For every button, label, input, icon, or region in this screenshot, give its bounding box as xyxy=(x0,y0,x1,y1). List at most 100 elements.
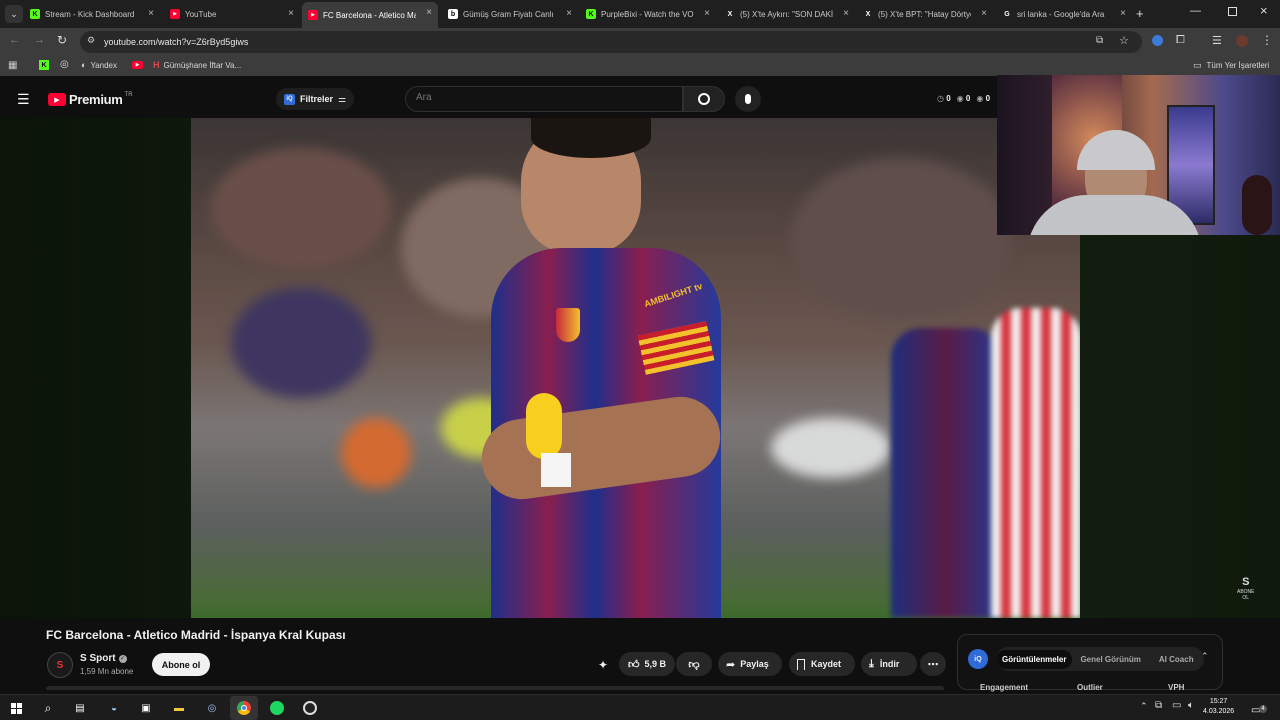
hamburger-menu-icon[interactable]: ☰ xyxy=(17,91,30,108)
browser-tab[interactable]: X (5) X'te BPT: "Hatay Dörtyol × xyxy=(857,3,993,25)
club-crest xyxy=(556,308,580,342)
spotify-icon[interactable] xyxy=(269,700,285,716)
tab-close-icon[interactable]: × xyxy=(288,8,294,19)
file-explorer-icon[interactable]: ▬ xyxy=(171,700,187,716)
browser-toolbar: ← → ↻ ⚙ youtube.com/watch?v=Z6rByd5giws … xyxy=(0,28,1280,56)
tab-close-icon[interactable]: × xyxy=(843,8,849,19)
store-icon[interactable]: ▣ xyxy=(138,700,154,716)
clock-time: 15:27 xyxy=(1209,698,1228,705)
notification-button[interactable]: ▭ 4 xyxy=(1251,700,1267,718)
eye-stat: ◉ 0 xyxy=(976,94,991,103)
vidiq-tab-overview[interactable]: Genel Görünüm xyxy=(1072,650,1148,669)
bookmark-youtube-icon[interactable]: ▶ xyxy=(132,61,143,69)
more-actions-button[interactable]: ⋯ xyxy=(920,652,946,676)
tab-close-icon[interactable]: × xyxy=(426,7,432,18)
search-input[interactable] xyxy=(416,92,666,103)
bookmark-gumushane[interactable]: H Gümüşhane İftar Va... xyxy=(153,60,241,70)
crowd-blur xyxy=(341,418,411,488)
download-button[interactable]: ⤓ İndir xyxy=(861,652,917,676)
share-button[interactable]: ➦ Paylaş xyxy=(718,652,782,676)
tab-close-icon[interactable]: × xyxy=(148,8,154,19)
new-tab-button[interactable]: + xyxy=(1136,6,1144,21)
taskbar-search-icon[interactable]: ⌕ xyxy=(40,700,56,716)
chrome-icon[interactable] xyxy=(236,700,252,716)
network-icon[interactable]: ▭ xyxy=(1172,700,1181,711)
collapse-icon[interactable]: ⌃ xyxy=(1201,651,1209,662)
tab-title: Gümüş Gram Fiyatı Canlı xyxy=(463,9,554,19)
browser-tab[interactable]: K PurpleBixi - Watch the VOD × xyxy=(580,3,716,25)
browser-tab[interactable]: ▶ FC Barcelona - Atletico Madrid × xyxy=(302,2,438,28)
url-text: youtube.com/watch?v=Z6rByd5giws xyxy=(104,37,249,47)
profile-avatar[interactable] xyxy=(1236,35,1248,47)
forward-button[interactable]: → xyxy=(34,34,45,46)
tray-app-icon[interactable]: ⧉ xyxy=(1155,700,1162,711)
windows-logo-icon xyxy=(10,702,22,714)
restore-button[interactable] xyxy=(1228,7,1237,16)
steam-icon[interactable]: ◒ xyxy=(106,700,122,716)
close-icon: × xyxy=(1260,3,1268,18)
search-button[interactable] xyxy=(683,86,725,112)
sliders-icon: ⚌ xyxy=(338,93,347,104)
tab-close-icon[interactable]: × xyxy=(704,8,710,19)
clock[interactable]: 15:27 4.03.2026 xyxy=(1203,697,1234,717)
task-view-icon[interactable]: ▤ xyxy=(72,700,88,716)
extension-icon[interactable] xyxy=(1152,35,1163,46)
tab-close-icon[interactable]: × xyxy=(1120,8,1126,19)
like-button[interactable]: 👍︎ 5,9 B xyxy=(619,652,675,676)
reload-button[interactable]: ↻ xyxy=(57,33,67,47)
tab-close-icon[interactable]: × xyxy=(566,8,572,19)
extensions-puzzle-icon[interactable]: ⧠ xyxy=(1176,34,1185,47)
reading-list-icon[interactable]: ☰ xyxy=(1212,34,1222,47)
browser-tab[interactable]: K Stream - Kick Dashboard × xyxy=(24,3,160,25)
clock-icon: ◷ xyxy=(937,94,944,103)
download-label: İndir xyxy=(879,659,900,669)
address-bar[interactable]: ⚙ youtube.com/watch?v=Z6rByd5giws ⧉ ☆ xyxy=(80,31,1142,53)
tab-title: Stream - Kick Dashboard xyxy=(45,9,135,19)
video-title: FC Barcelona - Atletico Madrid - İspanya… xyxy=(46,628,346,642)
browser-tab[interactable]: X (5) X'te Aykırı: "SON DAKİKA × xyxy=(719,3,855,25)
volume-icon[interactable]: 🔈︎ xyxy=(1188,700,1194,711)
apps-grid-icon[interactable]: ▦ xyxy=(8,60,17,71)
youtube-header: ☰ ▶ Premium TR iQ Filtreler ⚌ ◷ 0 ◉ 0 ◉ … xyxy=(0,80,1000,118)
back-button[interactable]: ← xyxy=(9,34,20,46)
subscribe-button[interactable]: Abone ol xyxy=(152,653,210,676)
bookmark-kick-icon[interactable]: K xyxy=(39,60,49,70)
extension-badge-icon[interactable]: ✦ xyxy=(598,658,608,672)
browser-tab[interactable]: ▶ YouTube × xyxy=(164,3,300,25)
save-button[interactable]: Kaydet xyxy=(789,652,855,676)
minimize-button[interactable]: — xyxy=(1190,5,1201,17)
vidiq-filters-button[interactable]: iQ Filtreler ⚌ xyxy=(276,88,355,110)
menu-kebab-icon[interactable]: ⋮ xyxy=(1261,33,1273,47)
voice-search-button[interactable] xyxy=(735,86,761,112)
obs-icon[interactable] xyxy=(302,700,318,716)
close-window-button[interactable]: × xyxy=(1260,3,1268,18)
channel-avatar[interactable]: S xyxy=(47,652,73,678)
tray-chevron-icon[interactable]: ⌃ xyxy=(1140,701,1148,712)
vidiq-tab-views[interactable]: Görüntülenmeler xyxy=(996,649,1073,669)
crowd-blur xyxy=(771,418,891,478)
youtube-logo[interactable]: ▶ Premium TR xyxy=(48,92,133,107)
subscribe-watermark[interactable]: S ABONE OL xyxy=(1237,576,1255,601)
dislike-button[interactable]: 👎︎ xyxy=(676,652,712,676)
vidiq-col-vph: VPH xyxy=(1168,683,1185,692)
youtube-brand: Premium xyxy=(69,92,123,107)
steam-client-icon[interactable]: ◎ xyxy=(204,700,220,716)
video-frame[interactable]: AMBILIGHT tv xyxy=(191,118,1080,618)
install-app-icon[interactable]: ⧉ xyxy=(1096,35,1103,46)
tab-close-icon[interactable]: × xyxy=(981,8,987,19)
search-box[interactable] xyxy=(405,86,683,112)
site-info-icon[interactable]: ⚙ xyxy=(87,35,95,46)
windows-start-icon[interactable] xyxy=(8,700,24,716)
browser-tab[interactable]: b Gümüş Gram Fiyatı Canlı × xyxy=(442,3,578,25)
bookmark-yandex[interactable]: ◐ Yandex xyxy=(81,60,117,70)
channel-name-text: S Sport xyxy=(80,653,116,664)
browser-tab[interactable]: Gsri lanka - Google'da Ara × xyxy=(996,3,1132,25)
channel-name[interactable]: S Sport ✓ xyxy=(80,653,127,664)
vidiq-icon: iQ xyxy=(284,93,295,105)
vidiq-tab-ai-coach[interactable]: AI Coach xyxy=(1149,650,1204,669)
bookmark-star-icon[interactable]: ☆ xyxy=(1119,34,1129,47)
tab-search-button[interactable]: ⌄ xyxy=(5,5,23,23)
all-bookmarks[interactable]: ▭ Tüm Yer İşaretleri xyxy=(1193,60,1269,71)
bookmark-label: Yandex xyxy=(90,60,117,70)
bookmark-globe-icon[interactable]: ◎ xyxy=(60,59,69,70)
